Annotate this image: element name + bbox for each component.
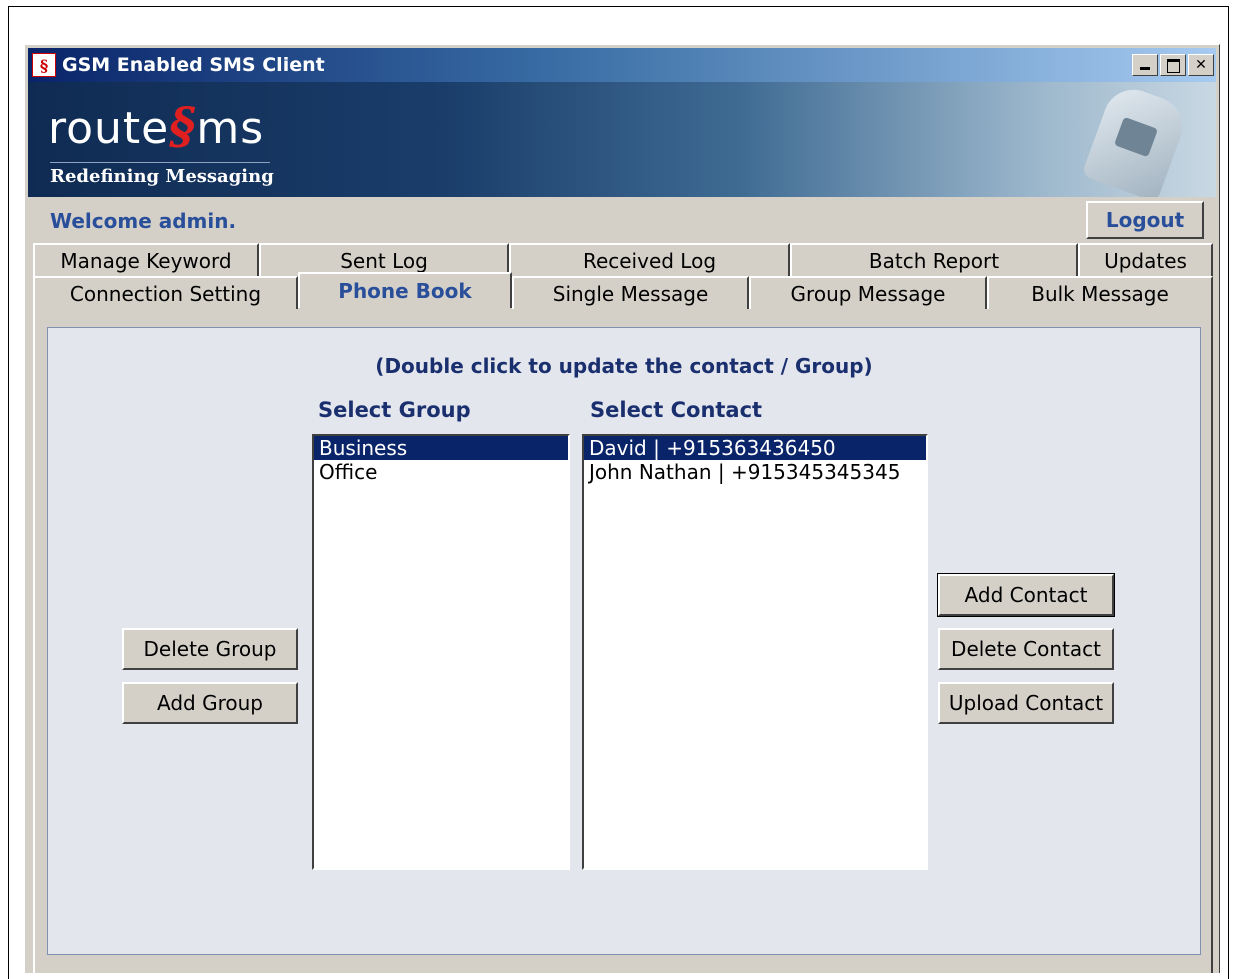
contact-item[interactable]: David | +915363436450	[584, 436, 926, 460]
welcome-bar: Welcome admin. Logout	[28, 197, 1216, 241]
tab-single-message[interactable]: Single Message	[512, 276, 749, 309]
logo-divider	[50, 162, 270, 163]
tab-bulk-message[interactable]: Bulk Message	[987, 276, 1213, 309]
phone-book-frame: (Double click to update the contact / Gr…	[47, 327, 1201, 955]
close-button[interactable]: ✕	[1188, 54, 1214, 76]
tab-updates[interactable]: Updates	[1078, 243, 1213, 276]
maximize-button[interactable]	[1160, 54, 1186, 76]
brand-banner: route§ms Redefining Messaging	[28, 82, 1216, 197]
select-group-label: Select Group	[318, 398, 471, 422]
tagline: Redefining Messaging	[50, 166, 274, 187]
tab-row-front: Connection Setting Phone Book Single Mes…	[33, 272, 1213, 309]
group-listbox[interactable]: Business Office	[312, 434, 570, 870]
welcome-message: Welcome admin.	[50, 209, 237, 233]
routesms-logo: route§ms	[48, 96, 265, 155]
add-group-button[interactable]: Add Group	[122, 682, 298, 724]
tab-row-back: Manage Keyword Sent Log Received Log Bat…	[33, 243, 1213, 276]
select-contact-label: Select Contact	[590, 398, 763, 422]
phone-book-panel: (Double click to update the contact / Gr…	[33, 309, 1213, 973]
window-title: GSM Enabled SMS Client	[62, 54, 325, 76]
minimize-button[interactable]	[1132, 54, 1158, 76]
sms-app-icon: §	[32, 53, 56, 77]
upload-contact-button[interactable]: Upload Contact	[938, 682, 1114, 724]
window-controls: ✕	[1132, 54, 1214, 76]
group-item[interactable]: Business	[314, 436, 568, 460]
group-item[interactable]: Office	[314, 460, 568, 484]
update-hint: (Double click to update the contact / Gr…	[375, 354, 873, 378]
tab-connection-setting[interactable]: Connection Setting	[33, 276, 298, 309]
contact-item[interactable]: John Nathan | +915345345345	[584, 460, 926, 484]
tab-group-message[interactable]: Group Message	[749, 276, 987, 309]
logo-s-mark: §	[169, 96, 197, 155]
tab-manage-keyword[interactable]: Manage Keyword	[33, 243, 259, 276]
delete-group-button[interactable]: Delete Group	[122, 628, 298, 670]
contact-listbox[interactable]: David | +915363436450 John Nathan | +915…	[582, 434, 928, 870]
logout-button[interactable]: Logout	[1086, 201, 1204, 239]
tab-received-log[interactable]: Received Log	[509, 243, 790, 276]
tab-batch-report[interactable]: Batch Report	[790, 243, 1078, 276]
title-bar[interactable]: § GSM Enabled SMS Client ✕	[28, 48, 1216, 82]
add-contact-button[interactable]: Add Contact	[937, 573, 1115, 617]
tab-phone-book[interactable]: Phone Book	[298, 272, 512, 308]
app-window: § GSM Enabled SMS Client ✕ route§ms Rede…	[24, 44, 1220, 973]
delete-contact-button[interactable]: Delete Contact	[938, 628, 1114, 670]
